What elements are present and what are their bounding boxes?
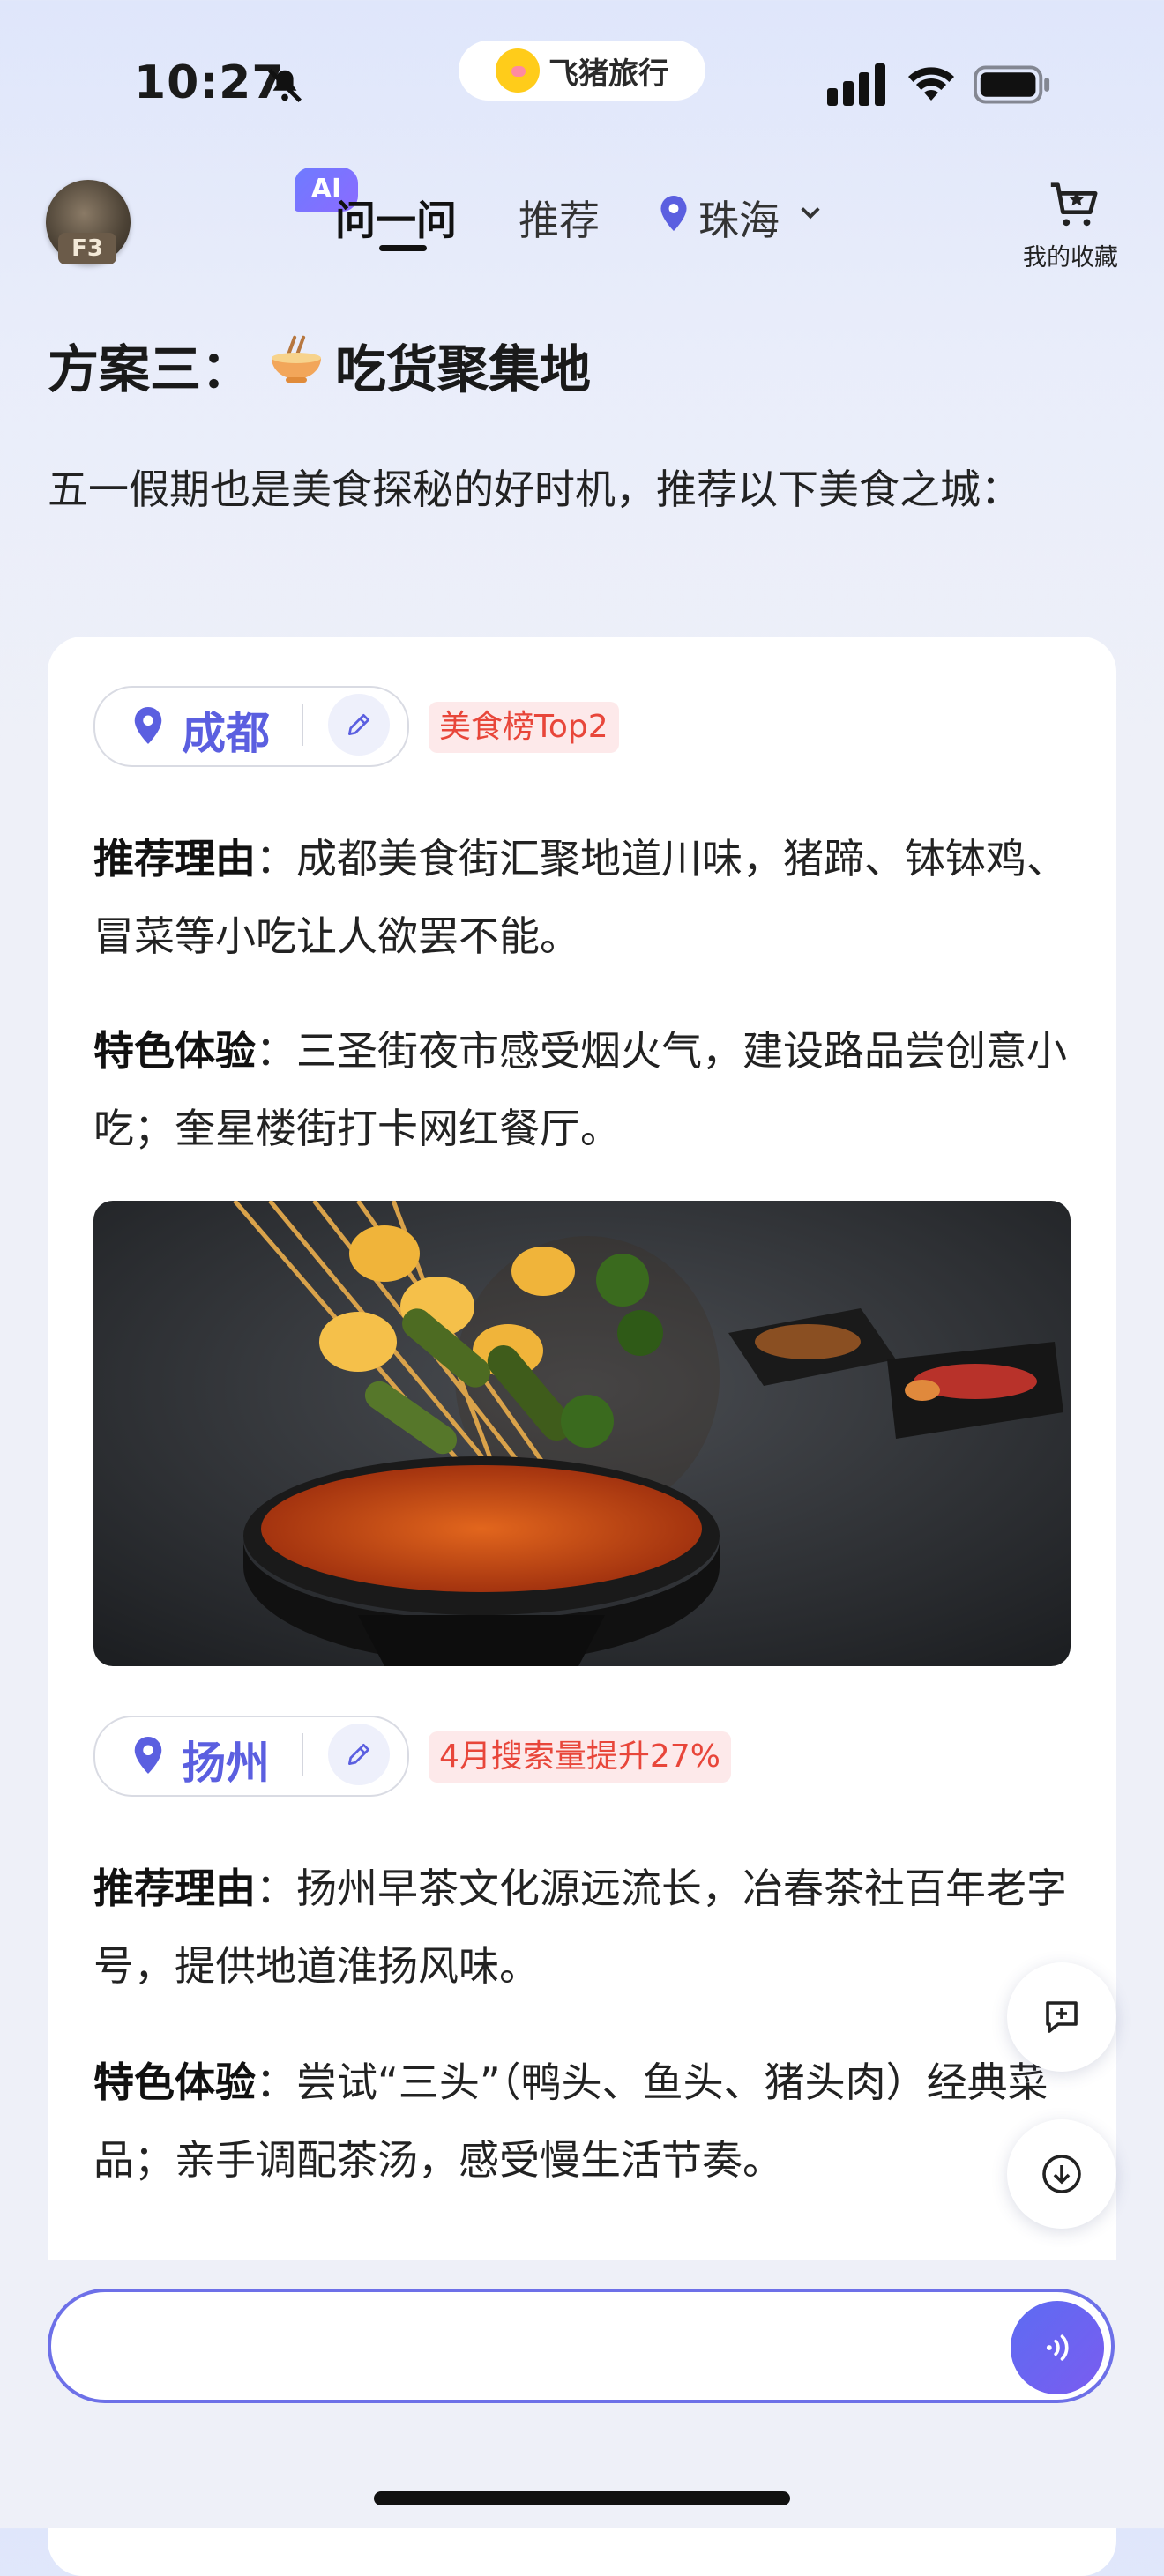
app-switch-badge[interactable]: 飞猪旅行 — [459, 41, 705, 101]
favorites-cart-icon[interactable] — [1046, 176, 1101, 231]
city-tag: 4月搜索量提升27% — [429, 1731, 731, 1783]
wifi-icon — [908, 67, 954, 101]
new-chat-button[interactable] — [1007, 1962, 1116, 2072]
city-name: 成都 — [182, 708, 270, 759]
location-pin-icon — [134, 1737, 162, 1774]
city-name: 扬州 — [182, 1738, 270, 1789]
plan-title: 吃货聚集地 — [335, 339, 592, 399]
scroll-down-icon — [1042, 2155, 1081, 2193]
edit-city-button[interactable] — [328, 1724, 390, 1785]
plan-title-prefix: 方案三： — [48, 339, 253, 399]
experience-text: 特色体验：三圣街夜市感受烟火气，建设路品尝创意小吃；奎星楼街打卡网红餐厅。 — [93, 1012, 1081, 1167]
message-input[interactable] — [106, 2320, 603, 2373]
app-name: 飞猪旅行 — [548, 56, 668, 92]
voice-icon — [1046, 2334, 1069, 2361]
noodle-bowl-icon — [272, 335, 321, 383]
avatar-label: F3 — [58, 233, 116, 264]
location-pin-icon — [660, 196, 687, 231]
food-photo[interactable] — [93, 1201, 1071, 1666]
favorites-label[interactable]: 我的收藏 — [1023, 238, 1118, 272]
reason-text: 推荐理由：成都美食街汇聚地道川味，猪蹄、钵钵鸡、冒菜等小吃让人欲罢不能。 — [93, 820, 1081, 975]
pig-logo-icon — [496, 48, 540, 93]
status-time: 10:27 — [134, 56, 285, 109]
edit-pencil-icon — [348, 1744, 369, 1765]
bell-off-icon — [268, 69, 302, 102]
reason-label: 推荐理由 — [93, 1865, 256, 1912]
scroll-down-button[interactable] — [1007, 2119, 1116, 2229]
reason-text: 推荐理由：扬州早茶文化源远流长，冶春茶社百年老字号，提供地道淮扬风味。 — [93, 1850, 1081, 2005]
location-pin-icon — [134, 707, 162, 744]
city-selector[interactable]: 珠海 — [698, 189, 780, 247]
home-indicator — [374, 2491, 790, 2505]
reason-label: 推荐理由 — [93, 835, 256, 882]
voice-button[interactable] — [1011, 2301, 1104, 2394]
tab-ask[interactable]: 问一问 — [335, 189, 457, 247]
edit-pencil-icon — [348, 714, 369, 735]
new-chat-icon — [1046, 2001, 1078, 2033]
chevron-down-icon[interactable] — [799, 205, 822, 222]
city-tag: 美食榜Top2 — [429, 702, 619, 753]
signal-icon — [827, 63, 885, 106]
battery-icon — [974, 65, 1050, 104]
edit-city-button[interactable] — [328, 694, 390, 756]
chip-divider — [302, 704, 303, 746]
chip-divider — [302, 1733, 303, 1776]
experience-text: 特色体验：尝试“三头”（鸭头、鱼头、猪头肉）经典菜品；亲手调配茶汤，感受慢生活节… — [93, 2044, 1081, 2199]
plan-intro: 五一假期也是美食探秘的好时机，推荐以下美食之城： — [48, 465, 1021, 513]
skewer-bowl-illustration — [93, 1201, 1071, 1666]
experience-label: 特色体验 — [93, 1027, 256, 1075]
tab-recommend[interactable]: 推荐 — [519, 189, 600, 247]
active-tab-indicator — [379, 245, 427, 251]
experience-label: 特色体验 — [93, 2059, 256, 2106]
